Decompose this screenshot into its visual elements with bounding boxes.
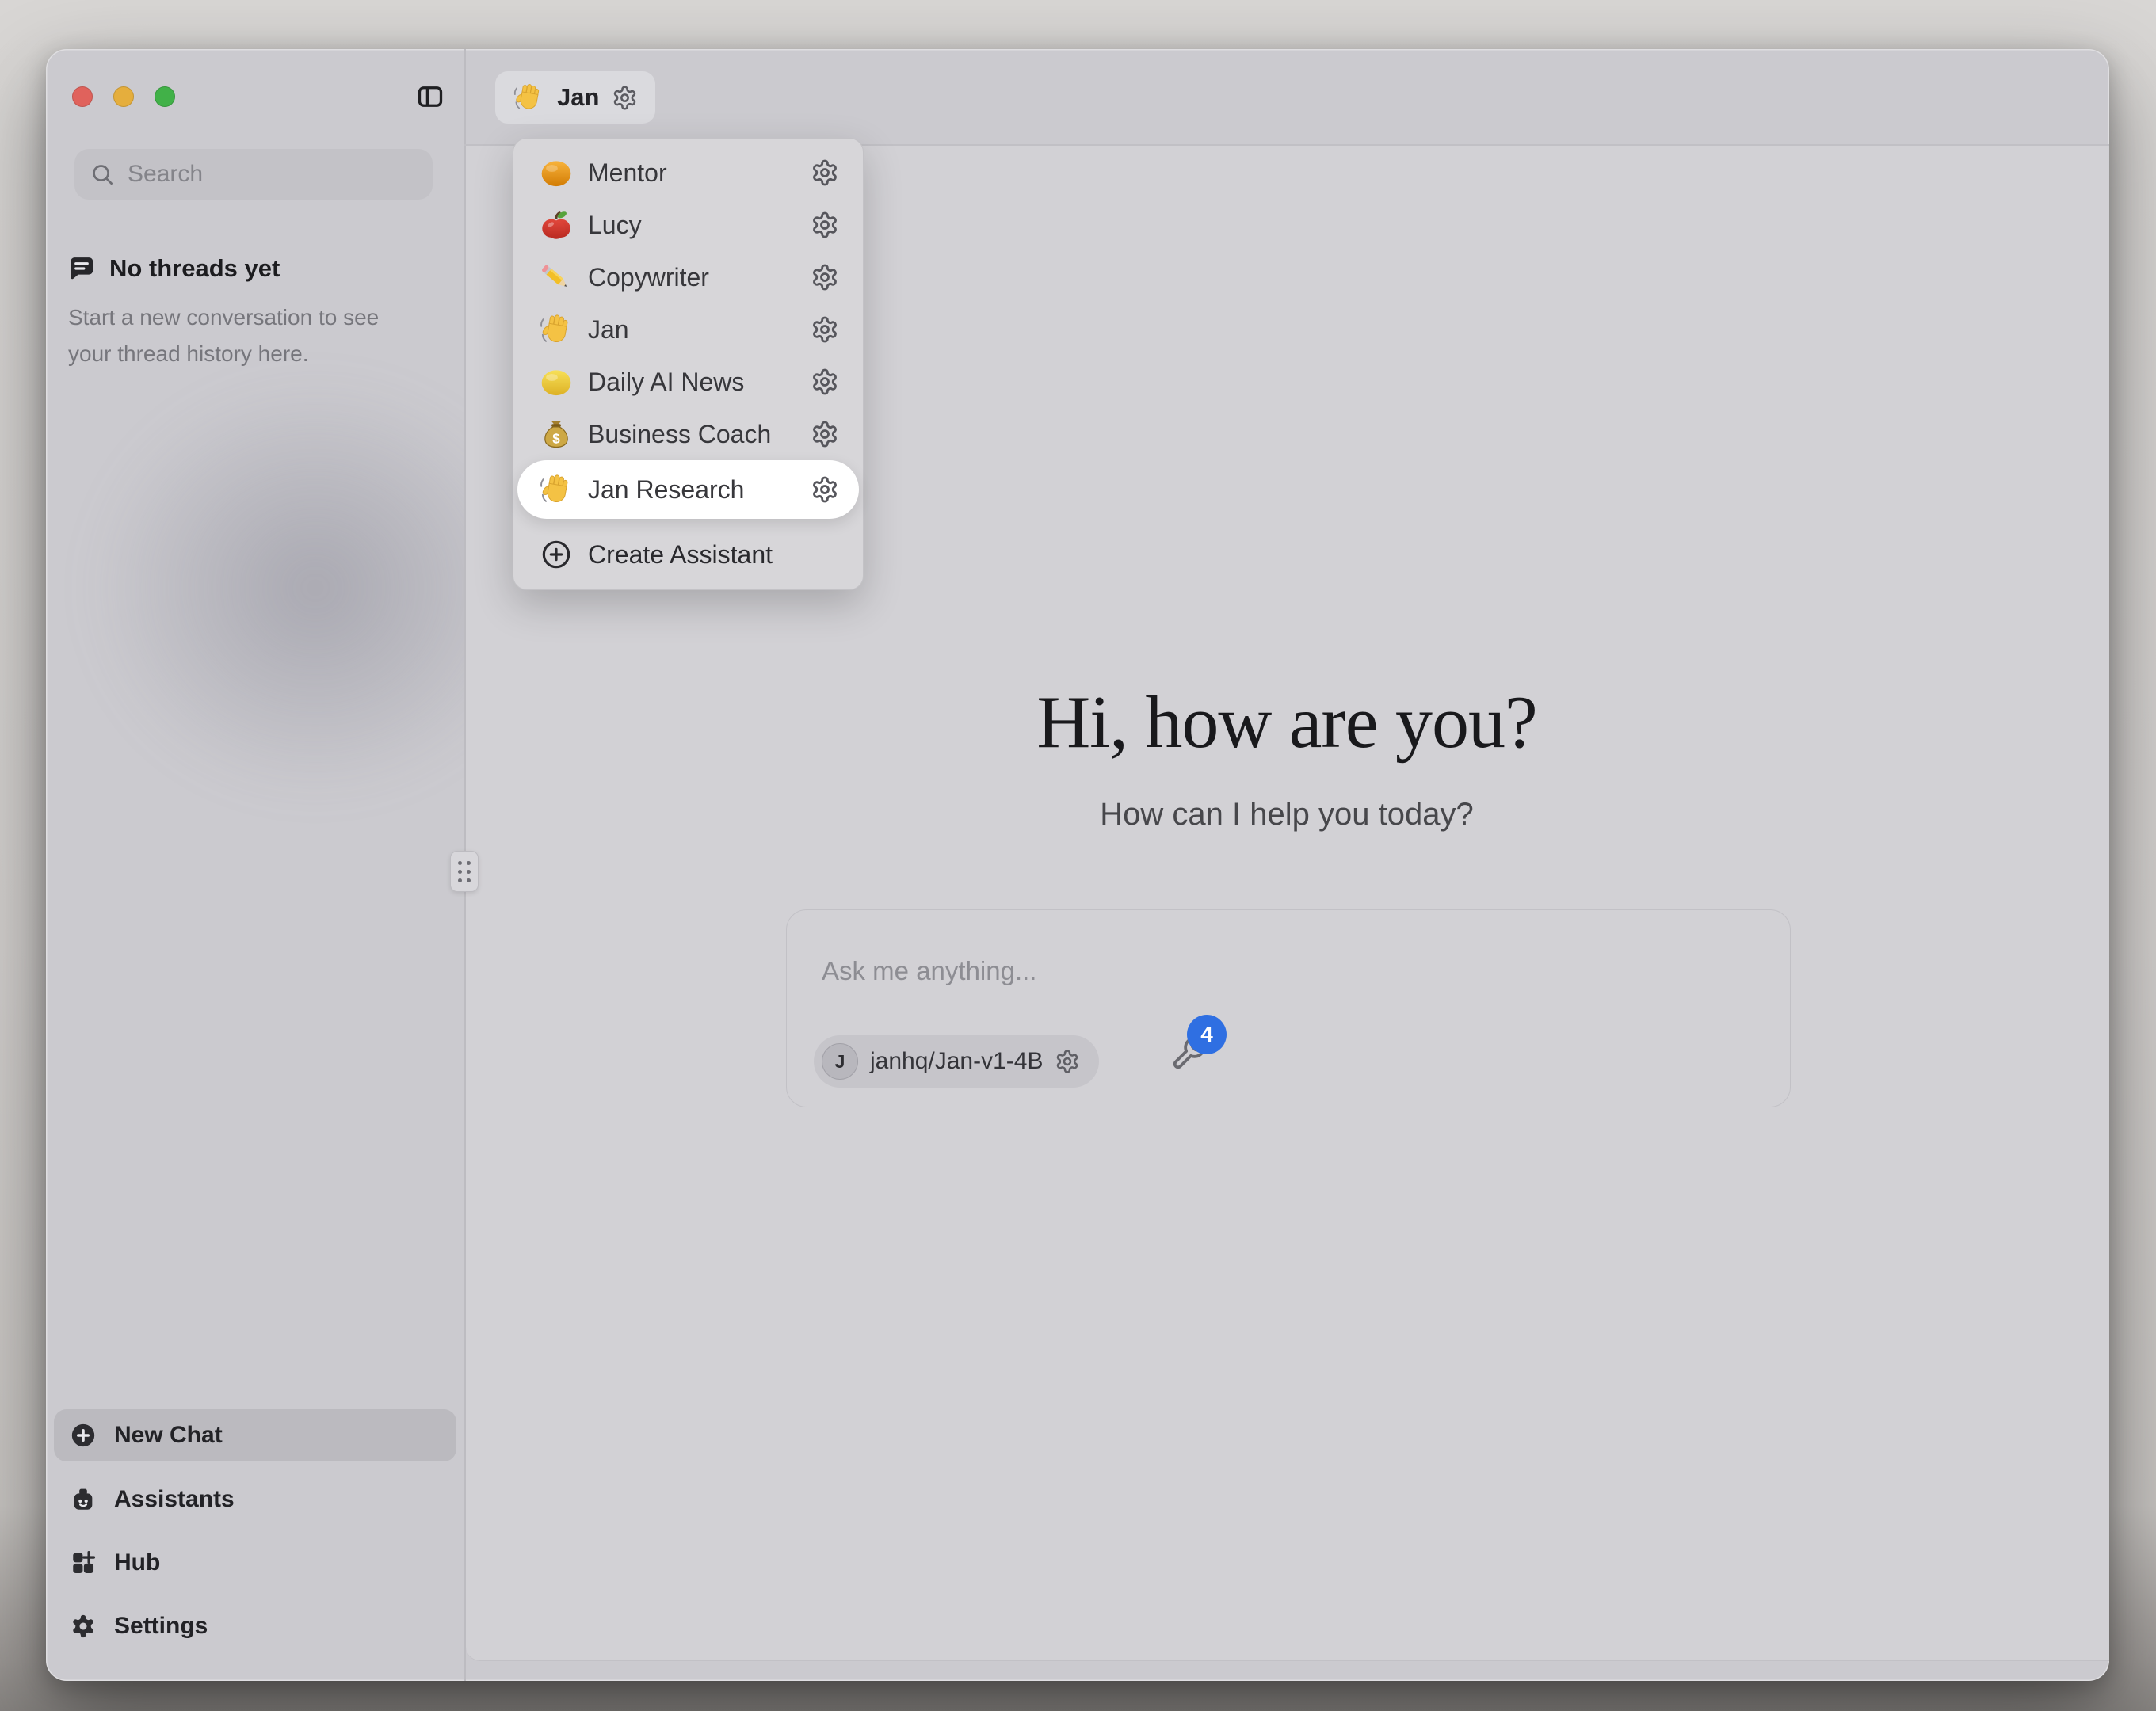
menu-item-jan-research[interactable]: Jan Research (517, 460, 859, 519)
gear-icon[interactable] (811, 211, 839, 239)
gear-icon[interactable] (612, 85, 638, 111)
sidebar-item-assistants[interactable]: Assistants (54, 1474, 456, 1525)
menu-item-label: Jan Research (588, 475, 811, 505)
sidebar-resize-handle[interactable] (450, 851, 479, 892)
search-icon (90, 162, 115, 187)
sidebar-decoration-blob (90, 378, 464, 798)
nav-label: Hub (114, 1549, 160, 1576)
grid-plus-icon (70, 1549, 97, 1576)
composer: J janhq/Jan-v1-4B 4 (786, 909, 1791, 1107)
gear-icon[interactable] (811, 368, 839, 396)
empty-state-description: Start a new conversation to see your thr… (68, 299, 421, 372)
nav-label: Settings (114, 1613, 208, 1640)
menu-item-label: Daily AI News (588, 368, 811, 397)
sidebar: No threads yet Start a new conversation … (46, 49, 464, 1681)
gear-icon[interactable] (811, 315, 839, 344)
assistant-selector-button[interactable]: Jan (495, 71, 655, 124)
close-button[interactable] (72, 86, 93, 107)
main-area: Jan Mentor Lucy Copywriter (464, 49, 2109, 1681)
sidebar-toggle-button[interactable] (413, 81, 448, 114)
empty-state-title: No threads yet (109, 254, 280, 283)
menu-item-label: Lucy (588, 211, 811, 240)
zoom-button[interactable] (155, 86, 175, 107)
chat-bubble-icon (67, 253, 97, 284)
yellow-circle-icon (539, 364, 574, 399)
minimize-button[interactable] (113, 86, 134, 107)
menu-item-label: Jan (588, 315, 811, 345)
grip-dots-icon (458, 861, 471, 882)
menu-item-mentor[interactable]: Mentor (513, 147, 863, 199)
app-window: No threads yet Start a new conversation … (46, 49, 2109, 1681)
sidebar-item-hub[interactable]: Hub (54, 1538, 456, 1588)
model-selector-button[interactable]: J janhq/Jan-v1-4B (814, 1035, 1099, 1088)
menu-item-copywriter[interactable]: Copywriter (513, 251, 863, 303)
wave-icon (539, 312, 574, 347)
create-assistant-label: Create Assistant (588, 540, 773, 570)
menu-item-daily-ai-news[interactable]: Daily AI News (513, 356, 863, 408)
tools-count-badge: 4 (1187, 1015, 1227, 1054)
search-input[interactable] (126, 160, 433, 189)
gear-icon[interactable] (811, 158, 839, 187)
menu-item-label: Business Coach (588, 420, 811, 449)
gear-icon[interactable] (811, 420, 839, 448)
window-controls (72, 86, 175, 107)
orange-circle-icon (539, 155, 574, 190)
gear-icon[interactable] (811, 263, 839, 292)
bot-icon (70, 1486, 97, 1513)
message-input[interactable] (820, 955, 1742, 1021)
wave-icon (513, 82, 544, 113)
menu-item-label: Mentor (588, 158, 811, 188)
pencil-icon (539, 260, 574, 295)
plus-circle-outline-icon (540, 539, 572, 570)
panel-left-icon (416, 82, 445, 111)
threads-empty-state-header: No threads yet (67, 253, 280, 284)
desktop: No threads yet Start a new conversation … (0, 0, 2156, 1711)
assistant-menu: Mentor Lucy Copywriter Jan (513, 138, 864, 590)
sidebar-item-settings[interactable]: Settings (54, 1601, 456, 1652)
greeting-title: Hi, how are you? (464, 680, 2109, 765)
search-box[interactable] (74, 149, 433, 200)
nav-label: Assistants (114, 1486, 235, 1513)
gear-icon[interactable] (811, 475, 839, 504)
money-bag-icon (539, 417, 574, 452)
menu-item-lucy[interactable]: Lucy (513, 199, 863, 251)
assistant-selector-label: Jan (557, 83, 599, 112)
menu-item-jan[interactable]: Jan (513, 303, 863, 356)
sidebar-item-new-chat[interactable]: New Chat (54, 1409, 456, 1461)
wave-icon (539, 472, 574, 507)
menu-item-business-coach[interactable]: Business Coach (513, 408, 863, 460)
model-name: janhq/Jan-v1-4B (870, 1048, 1043, 1075)
gear-icon (70, 1613, 97, 1640)
nav-label: New Chat (114, 1422, 223, 1449)
greeting-subtitle: How can I help you today? (464, 797, 2109, 833)
menu-item-label: Copywriter (588, 263, 811, 292)
plus-circle-icon (70, 1422, 97, 1449)
menu-item-create-assistant[interactable]: Create Assistant (513, 529, 863, 580)
model-avatar: J (822, 1043, 858, 1080)
gear-icon[interactable] (1055, 1049, 1080, 1074)
apple-icon (539, 208, 574, 242)
